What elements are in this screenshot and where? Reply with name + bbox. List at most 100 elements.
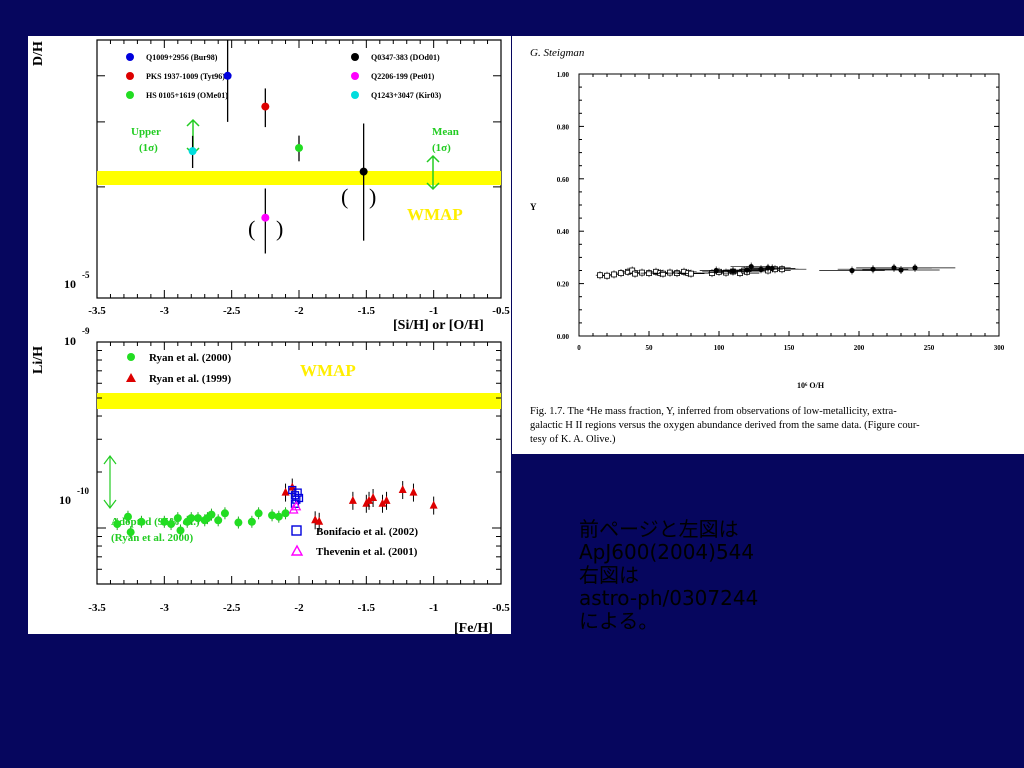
paren-left-dod01: (: [341, 184, 348, 209]
dh-legend-marker: [126, 91, 134, 99]
source-note: 前ページと左図は ApJ600(2004)544 右図は astro-ph/03…: [579, 518, 809, 633]
dh-xtick-label: -3: [160, 305, 170, 317]
y-xtick-label: 50: [646, 344, 654, 352]
li-legend-label-ryan1999: Ryan et al. (1999): [149, 373, 231, 385]
note-line-5: による。: [579, 609, 659, 633]
dh-point: [261, 102, 270, 111]
left-figure-svg: D/H WMAP 10 -5 -3.5 -3 -2.5 -2 -1.5 -1 -0.5 [S…: [31, 39, 510, 636]
y-data-points: [595, 262, 956, 280]
li-ylabel: Li/H: [31, 346, 46, 374]
li-point-ryan2000: [220, 509, 229, 518]
y-point-open: [604, 272, 610, 279]
li-xtick-label: -3.5: [88, 602, 106, 614]
li-xtick-label: -0.5: [492, 602, 510, 614]
dh-xtick-label: -2: [294, 305, 304, 317]
y-point-open: [597, 272, 603, 279]
li-ytick-label-top: 10: [64, 334, 76, 348]
li-point-ryan2000: [207, 510, 216, 519]
y-point-filled: [870, 266, 876, 272]
dh-legend-marker: [351, 91, 359, 99]
mean-annotation: Mean: [432, 126, 459, 138]
li-legend-label-thevenin: Thevenin et al. (2001): [316, 546, 418, 558]
right-figure-svg: G. Steigman Y 10⁶ O/H 0 50 100 150 200 250 300…: [530, 47, 1005, 445]
y-xtick-label: 250: [924, 344, 935, 352]
li-ytick-exp-top: -9: [82, 326, 90, 336]
y-xtick-label: 200: [854, 344, 865, 352]
li-wmap-band: [97, 393, 501, 409]
dh-point: [295, 143, 303, 152]
dh-point: [223, 71, 232, 80]
dh-xtick-label: -1: [429, 305, 438, 317]
li-point-ryan2000: [113, 520, 122, 529]
upper-sub-annotation: (1σ): [139, 142, 158, 154]
li-xtick-label: -3: [160, 602, 170, 614]
li-point-ryan1999: [382, 495, 391, 504]
note-line-1: 前ページと左図は: [579, 517, 739, 541]
li-ytick-label-bottom: 10: [59, 493, 71, 507]
y-axis-ticks: 0 50 100 150 200 250 300 0.00 0.20 0.40 0.60 0.80 1.…: [557, 71, 1005, 352]
y-ytick-label: 0.40: [557, 228, 570, 236]
dh-xtick-label: -2.5: [223, 305, 241, 317]
note-line-3: 右図は: [579, 563, 639, 587]
dh-legend-label: HS 0105+1619 (OMe01): [146, 91, 228, 100]
li-legend-label-bonifacio: Bonifacio et al. (2002): [316, 526, 418, 538]
li-legend-label-ryan2000: Ryan et al. (2000): [149, 352, 231, 364]
y-point-filled: [730, 268, 736, 274]
li-legend-marker-bonifacio: [291, 525, 302, 536]
right-figure-panel: G. Steigman Y 10⁶ O/H 0 50 100 150 200 250 300…: [512, 36, 1024, 454]
li-legend-marker-thevenin: [290, 544, 304, 556]
dh-legend-label: Q2206-199 (Pet01): [371, 72, 435, 81]
li-xtick-label: -1.5: [358, 602, 376, 614]
caption-line-3: tesy of K. A. Olive.): [530, 434, 616, 445]
dh-point: [359, 167, 368, 176]
dh-legend-label: PKS 1937-1009 (Tyt96): [146, 72, 225, 81]
dh-chart: D/H WMAP 10 -5 -3.5 -3 -2.5 -2 -1.5 -1 -0.5 [S…: [31, 39, 510, 333]
paren-left-pet01: (: [248, 216, 255, 241]
mean-sub-annotation: (1σ): [432, 142, 451, 154]
y-xtick-label: 300: [994, 344, 1005, 352]
dh-wmap-band: [97, 171, 501, 185]
li-point-ryan2000: [214, 516, 223, 525]
y-xtick-label: 100: [714, 344, 725, 352]
li-point-ryan1999: [429, 500, 438, 509]
y-ylabel: Y: [530, 202, 537, 212]
li-point-ryan1999: [398, 485, 407, 494]
adopted-arrow: [103, 455, 117, 509]
li-legend-marker-ryan2000: [127, 353, 135, 361]
li-xtick-label: -2.5: [223, 602, 241, 614]
dh-legend-marker: [126, 72, 134, 80]
y-point-filled: [758, 266, 764, 272]
paren-right-dod01: ): [369, 184, 376, 209]
dh-legend-label: Q0347-383 (DOd01): [371, 53, 440, 62]
dh-ylabel: D/H: [31, 41, 46, 66]
li-point-ryan2000: [268, 511, 277, 520]
dh-xtick-label: -1.5: [358, 305, 376, 317]
y-point-filled: [849, 267, 855, 274]
li-point-ryan1999: [348, 495, 357, 504]
y-ytick-label: 0.80: [557, 123, 570, 131]
li-ytick-exp-bottom: -10: [77, 486, 89, 496]
li-point-ryan2000: [173, 514, 182, 523]
dh-point: [261, 213, 270, 222]
upper-annotation: Upper: [131, 126, 161, 138]
li-point-ryan2000: [167, 520, 176, 529]
y-ytick-label: 1.00: [557, 71, 570, 79]
dh-x-tick-labels: -3.5 -3 -2.5 -2 -1.5 -1 -0.5: [88, 305, 510, 317]
li-point-ryan2000: [281, 509, 290, 518]
dh-legend-marker: [351, 53, 359, 61]
y-xtick-label: 0: [577, 344, 581, 352]
dh-xlabel: [Si/H] or [O/H]: [393, 318, 484, 333]
figure-author: G. Steigman: [530, 47, 585, 59]
y-ytick-label: 0.00: [557, 333, 570, 341]
li-x-tick-labels: -3.5 -3 -2.5 -2 -1.5 -1 -0.5: [88, 602, 510, 614]
y-point-open: [667, 269, 673, 276]
y-point-filled: [912, 265, 918, 271]
dh-point: [188, 147, 197, 156]
y-ytick-label: 0.20: [557, 281, 570, 289]
dh-wmap-label: WMAP: [407, 205, 463, 224]
li-xtick-label: -1: [429, 602, 438, 614]
li-point-ryan2000: [126, 528, 135, 537]
note-line-4: astro-ph/0307244: [579, 586, 759, 610]
li-point-ryan2000: [254, 509, 263, 518]
li-wmap-label: WMAP: [300, 361, 356, 380]
